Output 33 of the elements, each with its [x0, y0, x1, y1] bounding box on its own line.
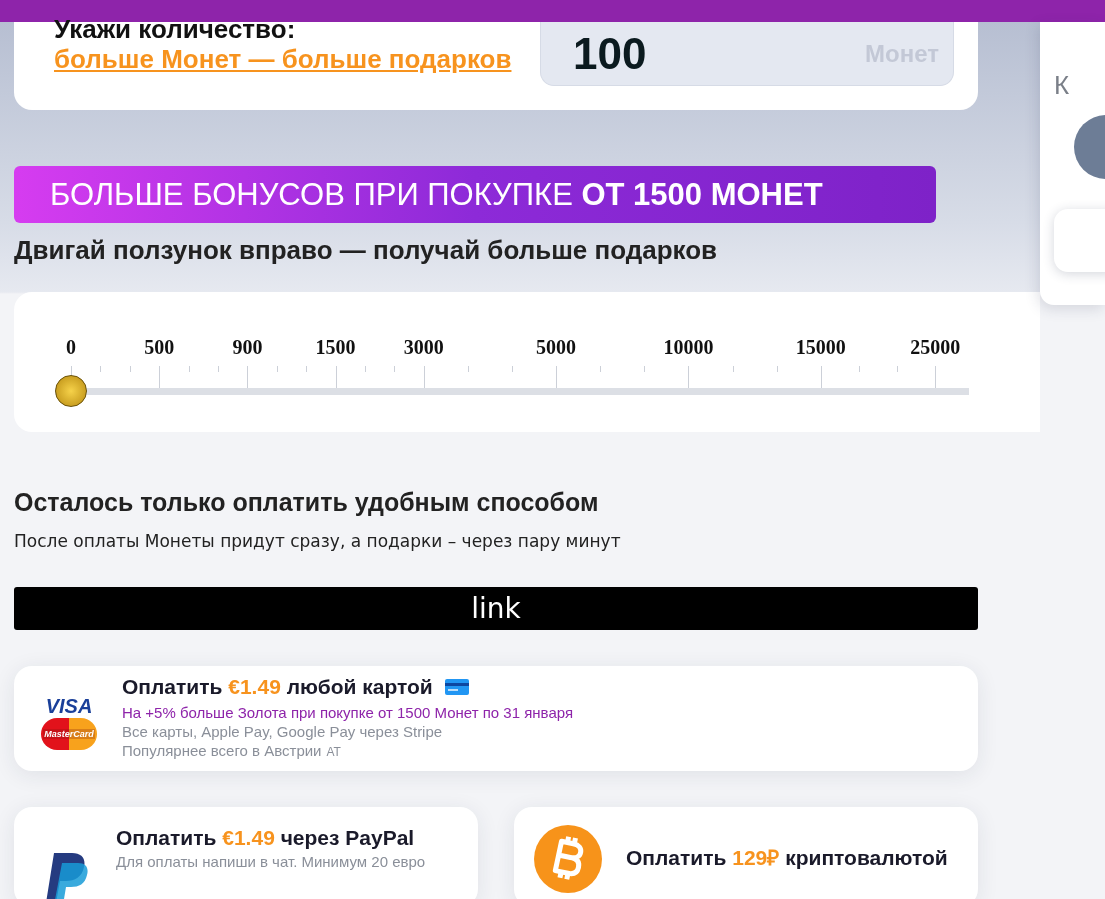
payment-title: Оплатить €1.49 через PayPal — [116, 825, 415, 851]
payment-card[interactable]: VISA MasterCard Оплатить €1.49 любой картой На +5% больше Золота при покупке от 1500 Монет по 31 января Все карты, Apple Pay, Google Pay через Stripe Популярнее всего в Австрии AT — [14, 666, 978, 771]
tick-label: 900 — [232, 336, 263, 359]
payment-card[interactable]: Оплатить €1.49 через PayPal Для оплаты напиши в чат. Минимум 20 евро — [14, 807, 478, 899]
tick-label: 0 — [66, 336, 76, 359]
payment-note: Популярнее всего в Австрии AT — [122, 742, 342, 759]
side-title: К — [1054, 70, 1070, 101]
country-code: AT — [326, 745, 341, 759]
tick-label: 25000 — [910, 336, 961, 359]
tick-label: 5000 — [536, 336, 577, 359]
bitcoin-icon — [534, 825, 602, 893]
credit-card-icon — [444, 679, 469, 695]
payment-note: Для оплаты напиши в чат. Минимум 20 евро — [116, 853, 426, 870]
payment-note: Все карты, Apple Pay, Google Pay через Stripe — [122, 723, 444, 740]
tick-label: 1500 — [315, 336, 356, 359]
payment-subtitle: После оплаты Монеты придут сразу, а подарки – через пару минут — [14, 531, 622, 551]
promo-text: На +5% больше Золота при покупке от 1500 Монет по 31 января — [122, 704, 574, 721]
quantity-label: Укажи количество: — [54, 14, 297, 44]
payment-heading: Осталось только оплатить удобным способом — [14, 488, 600, 517]
coin-slider-thumb[interactable] — [55, 375, 87, 407]
link-pay-button[interactable]: link — [14, 587, 978, 630]
visa-logo: VISA — [45, 696, 93, 716]
tick-label: 500 — [144, 336, 175, 359]
tick-label: 15000 — [795, 336, 846, 359]
payment-title: Оплатить €1.49 любой картой — [122, 674, 433, 700]
payment-title: Оплатить 129₽ криптовалютой — [626, 846, 948, 869]
mastercard-logo: MasterCard — [41, 718, 97, 750]
tick-label: 10000 — [663, 336, 714, 359]
payment-card[interactable]: Оплатить 129₽ криптовалютой — [514, 807, 978, 899]
tick-label: 3000 — [403, 336, 444, 359]
slider-heading: Двигай ползунок вправо — получай больше подарков — [14, 235, 719, 266]
bonus-banner: БОЛЬШЕ БОНУСОВ ПРИ ПОКУПКЕ ОТ 1500 МОНЕТ — [14, 166, 936, 223]
quantity-value: 100 — [573, 28, 647, 79]
